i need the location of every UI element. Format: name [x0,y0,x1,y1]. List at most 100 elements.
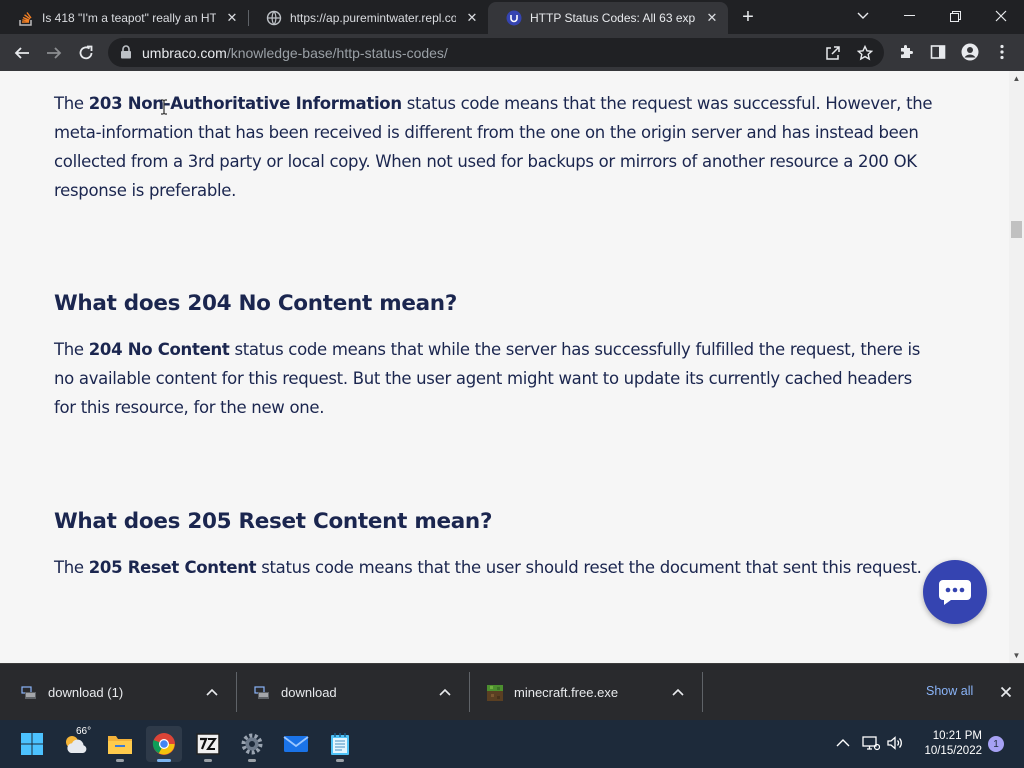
chat-bubble-icon [939,580,971,605]
system-clock[interactable]: 10:21 PM 10/15/2022 [910,729,982,759]
url-path: /knowledge-base/http-status-codes/ [226,45,448,61]
volume-icon[interactable] [884,732,906,754]
download-item[interactable]: download [253,664,469,721]
running-indicator [336,759,344,762]
chevron-up-icon[interactable] [204,684,220,700]
chat-button[interactable] [923,560,987,624]
running-indicator [157,759,171,762]
heading-204: What does 204 No Content mean? [54,291,457,316]
download-item[interactable]: download (1) [20,664,236,721]
tab-close-icon[interactable]: ✕ [224,10,240,26]
back-button[interactable] [8,39,36,67]
close-window-button[interactable] [978,0,1024,32]
url-text: umbraco.com/knowledge-base/http-status-c… [142,45,448,61]
menu-kebab-icon[interactable] [990,40,1014,64]
mail-icon [283,736,309,752]
tab-title: Is 418 "I'm a teapot" really an HT [42,11,216,25]
running-indicator [248,759,256,762]
bookmark-star-icon[interactable] [856,44,874,62]
file-icon [253,684,271,702]
stackoverflow-icon [18,10,34,26]
scroll-up-arrow-icon[interactable]: ▲ [1009,71,1024,86]
tab-close-icon[interactable]: ✕ [464,10,480,26]
download-name: download (1) [48,685,124,700]
share-icon[interactable] [824,44,842,62]
download-bar: download (1) download minecraft.free.exe… [0,663,1024,720]
download-name: download [281,685,337,700]
heading-205: What does 205 Reset Content mean? [54,509,493,534]
show-hidden-icons-chevron-icon[interactable] [832,732,854,754]
tab-teapot[interactable]: Is 418 "I'm a teapot" really an HT ✕ [0,2,248,34]
start-button[interactable] [14,726,50,762]
paragraph-203: The 203 Non-Authoritative Information st… [54,89,934,205]
status-code-name: 203 Non-Authoritative Information [88,94,402,113]
web-page: The 203 Non-Authoritative Information st… [0,71,1024,663]
tab-repl[interactable]: https://ap.puremintwater.repl.co ✕ [248,2,488,34]
tab-strip: Is 418 "I'm a teapot" really an HT ✕ htt… [0,0,1024,34]
reload-icon [79,45,93,60]
file-explorer-app[interactable] [102,726,138,762]
side-panel-icon[interactable] [926,40,950,64]
tab-title: HTTP Status Codes: All 63 explain [530,11,696,25]
restore-button[interactable] [932,0,978,32]
weather-temperature: 66° [76,726,92,737]
download-name: minecraft.free.exe [514,685,619,700]
chrome-icon [152,733,175,755]
notepad-icon [331,733,349,755]
file-icon [20,684,38,702]
settings-app[interactable] [234,726,270,762]
7zip-icon [196,733,220,755]
scrollbar-thumb[interactable] [1011,221,1022,238]
status-code-name: 204 No Content [88,340,230,359]
tab-http-status-codes[interactable]: HTTP Status Codes: All 63 explain ✕ [488,2,728,34]
chevron-up-icon[interactable] [437,684,453,700]
profile-icon[interactable] [958,40,982,64]
close-download-bar-icon[interactable] [998,684,1014,700]
text: The [54,340,89,359]
paragraph-205: The 205 Reset Content status code means … [54,553,934,582]
umbraco-icon [506,10,522,26]
minimize-button[interactable] [886,0,932,32]
download-item[interactable]: minecraft.free.exe [486,664,702,721]
clock-time: 10:21 PM [932,730,982,742]
status-code-name: 205 Reset Content [88,558,257,577]
url-host: umbraco.com [142,45,227,61]
divider [469,672,470,712]
chevron-up-icon[interactable] [670,684,686,700]
globe-icon [266,10,282,26]
page-scrollbar[interactable]: ▲ ▼ [1009,71,1024,663]
show-all-link[interactable]: Show all [926,684,973,698]
arrow-right-icon [47,47,62,59]
lock-icon[interactable] [120,45,132,64]
divider [236,672,237,712]
running-indicator [116,759,124,762]
browser-toolbar: umbraco.com/knowledge-base/http-status-c… [0,34,1024,71]
tab-search-icon[interactable] [840,0,886,32]
chrome-app[interactable] [146,726,182,762]
forward-button[interactable] [40,39,68,67]
windows-logo-icon [21,733,43,755]
text-cursor-icon [161,99,167,115]
scroll-down-arrow-icon[interactable]: ▼ [1009,648,1024,663]
divider [702,672,703,712]
mail-app[interactable] [278,726,314,762]
text: The [54,558,89,577]
reload-button[interactable] [72,39,100,67]
address-bar[interactable]: umbraco.com/knowledge-base/http-status-c… [108,38,884,67]
windows-taskbar: 66° 10:21 PM 10/15/2022 1 [0,720,1024,768]
minecraft-icon [486,684,504,702]
paragraph-204: The 204 No Content status code means tha… [54,335,934,422]
network-icon[interactable] [860,732,882,754]
gear-icon [241,733,263,755]
tab-close-icon[interactable]: ✕ [704,10,720,26]
text: The [54,94,89,113]
extensions-icon[interactable] [894,40,918,64]
7zip-app[interactable] [190,726,226,762]
clock-date: 10/15/2022 [924,745,982,757]
text: status code means that the user should r… [256,558,922,577]
notepad-app[interactable] [322,726,358,762]
new-tab-button[interactable]: + [737,6,759,28]
running-indicator [204,759,212,762]
notification-badge[interactable]: 1 [988,736,1004,752]
folder-icon [108,736,132,754]
